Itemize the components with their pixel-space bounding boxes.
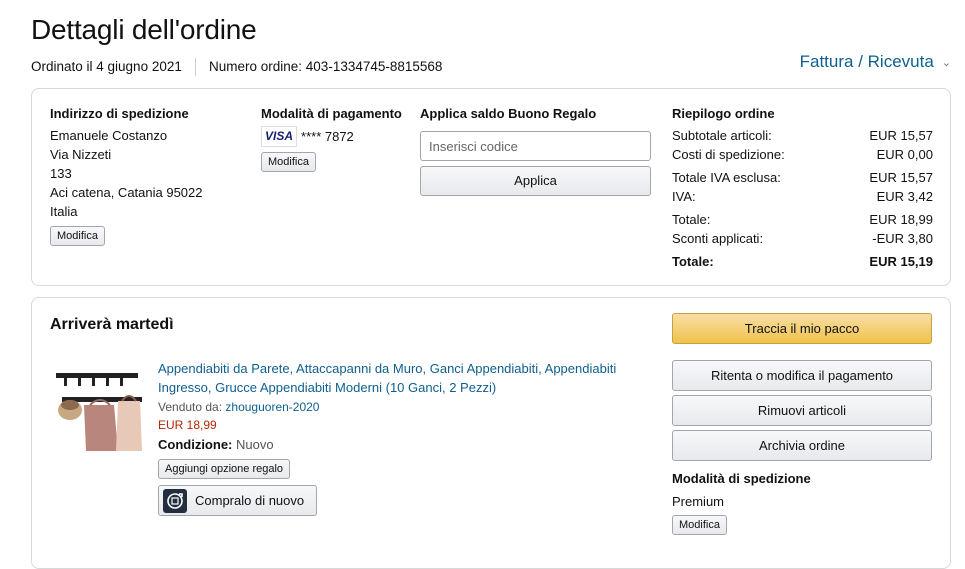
gift-code-input[interactable]: Inserisci codice [420,131,651,161]
summary-row: Sconti applicati: -EUR 3,80 [672,231,933,246]
retry-payment-button[interactable]: Ritenta o modifica il pagamento [672,360,932,391]
shipping-city: Aci catena, Catania 95022 [50,185,203,200]
shipping-address: Emanuele Costanzo Via Nizzeti 133 Aci ca… [50,126,203,221]
buy-again-icon [163,488,187,513]
payment-card: VISA **** 7872 [261,126,354,147]
seller-link[interactable]: zhouguoren-2020 [225,400,319,414]
coat-rack-image [56,373,142,451]
condition: Condizione: Nuovo [158,436,274,454]
shipping-number: 133 [50,166,72,181]
archive-order-button[interactable]: Archivia ordine [672,430,932,461]
order-number: Numero ordine: 403-1334745-8815568 [209,59,443,74]
add-gift-option-button[interactable]: Aggiungi opzione regalo [158,459,291,479]
apply-gift-button[interactable]: Applica [420,166,651,196]
meta-divider [195,58,196,76]
track-package-button[interactable]: Traccia il mio pacco [672,313,932,344]
sold-by-label: Venduto da: [158,400,223,414]
edit-shipping-mode-button[interactable]: Modifica [672,515,727,535]
buy-again-button[interactable]: Compralo di nuovo [158,485,317,516]
chevron-down-icon: ⌄ [941,56,951,69]
shipping-mode-value: Premium [672,494,725,509]
condition-label: Condizione: [158,437,233,452]
summary-table: Subtotale articoli: EUR 15,57 Costi di sp… [672,126,933,271]
order-date: Ordinato il 4 giugno 2021 [31,59,182,74]
edit-payment-button[interactable]: Modifica [261,152,316,172]
summary-grand-total: Totale: EUR 15,19 [672,254,933,269]
visa-logo-icon: VISA [261,126,298,147]
invoice-link[interactable]: Fattura / Ricevuta ⌄ [800,52,951,72]
product-image[interactable] [56,365,144,451]
payment-heading: Modalità di pagamento [261,106,402,121]
condition-value: Nuovo [236,437,274,452]
arrival-heading: Arriverà martedì [50,316,174,333]
summary-row: Subtotale articoli: EUR 15,57 [672,128,933,143]
product-price: EUR 18,99 [158,418,217,432]
shipping-country: Italia [50,204,78,219]
summary-row: Costi di spedizione: EUR 0,00 [672,147,933,162]
invoice-link-label: Fattura / Ricevuta [799,52,934,71]
edit-address-button[interactable]: Modifica [50,226,105,246]
gift-heading: Applica saldo Buono Regalo [420,106,597,121]
summary-row: Totale IVA esclusa: EUR 15,57 [672,170,933,185]
shipment-card: Arriverà martedì Appendiabiti da Parete,… [31,297,951,569]
product-title-link[interactable]: Appendiabiti da Parete, Attaccapanni da … [158,359,658,397]
summary-row: Totale: EUR 18,99 [672,212,933,227]
shipping-name: Emanuele Costanzo [50,128,168,143]
card-number: **** 7872 [301,129,354,144]
remove-items-button[interactable]: Rimuovi articoli [672,395,932,426]
page-title: Dettagli dell'ordine [31,14,257,45]
order-info-card: Indirizzo di spedizione Emanuele Costanz… [31,88,951,286]
summary-row: IVA: EUR 3,42 [672,189,933,204]
sold-by: Venduto da: zhouguoren-2020 [158,399,319,416]
shipping-heading: Indirizzo di spedizione [50,106,189,121]
shipping-street: Via Nizzeti [50,147,112,162]
summary-heading: Riepilogo ordine [672,106,775,121]
buy-again-label: Compralo di nuovo [195,493,305,508]
shipping-mode-heading: Modalità di spedizione [672,471,811,486]
